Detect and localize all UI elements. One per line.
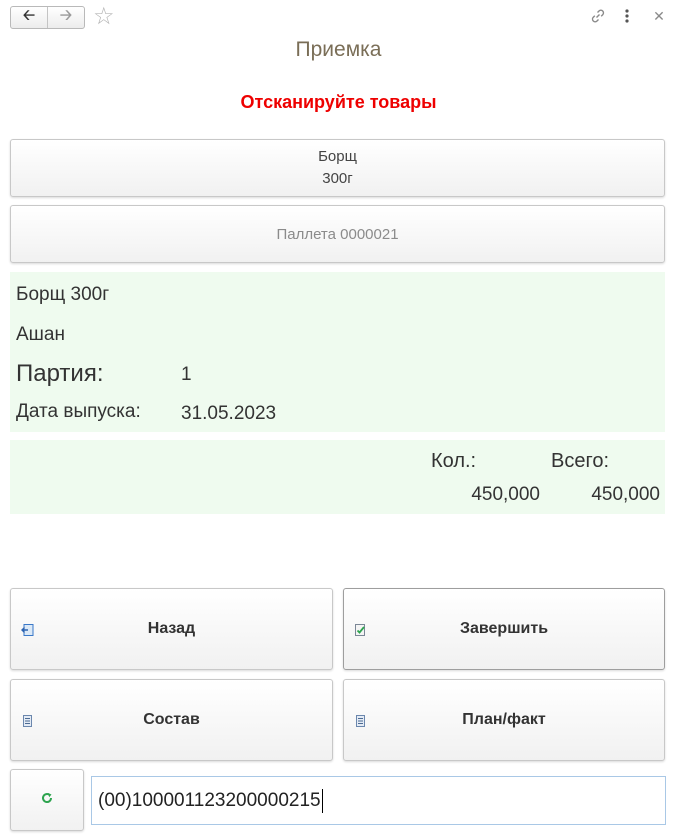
plan-fact-button[interactable]: План/факт — [343, 679, 665, 761]
total-value: 450,000 — [591, 484, 660, 505]
forward-nav-button[interactable]: 🡢 — [48, 7, 84, 28]
plan-fact-button-label: План/факт — [462, 711, 546, 728]
barcode-input[interactable]: (00)100001123200000215 — [91, 776, 666, 825]
product-button-line2: 300г — [322, 170, 353, 187]
exit-icon — [21, 623, 34, 636]
pallet-button[interactable]: Паллета 0000021 — [10, 205, 665, 263]
contents-button[interactable]: Состав — [10, 679, 333, 761]
page-title: Приемка — [295, 38, 382, 61]
product-name: Борщ 300г — [16, 284, 110, 305]
status-message: Отсканируйте товары — [240, 92, 437, 112]
pallet-button-label: Паллета 0000021 — [276, 225, 399, 243]
refresh-button[interactable] — [10, 769, 84, 831]
star-icon[interactable]: ☆ — [93, 3, 115, 31]
release-date-value: 31.05.2023 — [181, 403, 277, 424]
close-icon[interactable]: ✕ — [651, 6, 667, 26]
total-label: Всего: — [551, 450, 609, 472]
list-document-icon — [21, 714, 34, 727]
text-cursor — [321, 788, 323, 813]
back-button[interactable]: Назад — [10, 588, 333, 670]
more-vertical-icon[interactable] — [619, 6, 635, 26]
release-date-label: Дата выпуска: — [16, 401, 141, 422]
navigation-group: 🡠 🡢 — [10, 6, 85, 29]
finish-button-label: Завершить — [459, 620, 549, 637]
back-button-label: Назад — [147, 620, 196, 637]
arrow-right-icon: 🡢 — [59, 7, 73, 24]
link-icon[interactable] — [588, 6, 608, 26]
product-button[interactable]: Борщ 300г — [10, 139, 665, 197]
finish-button[interactable]: Завершить — [343, 588, 665, 670]
barcode-input-value: (00)100001123200000215 — [98, 789, 321, 811]
arrow-left-icon: 🡠 — [22, 7, 36, 24]
batch-value: 1 — [181, 364, 192, 385]
refresh-icon — [41, 791, 53, 809]
supplier-name: Ашан — [16, 324, 65, 345]
contents-button-label: Состав — [143, 711, 200, 728]
product-button-line1: Борщ — [318, 148, 357, 165]
batch-label: Партия: — [16, 360, 104, 387]
back-nav-button[interactable]: 🡠 — [11, 7, 48, 28]
list-document-icon — [354, 714, 367, 727]
qty-value: 450,000 — [471, 484, 540, 505]
check-document-icon — [354, 623, 367, 636]
qty-label: Кол.: — [431, 450, 477, 472]
